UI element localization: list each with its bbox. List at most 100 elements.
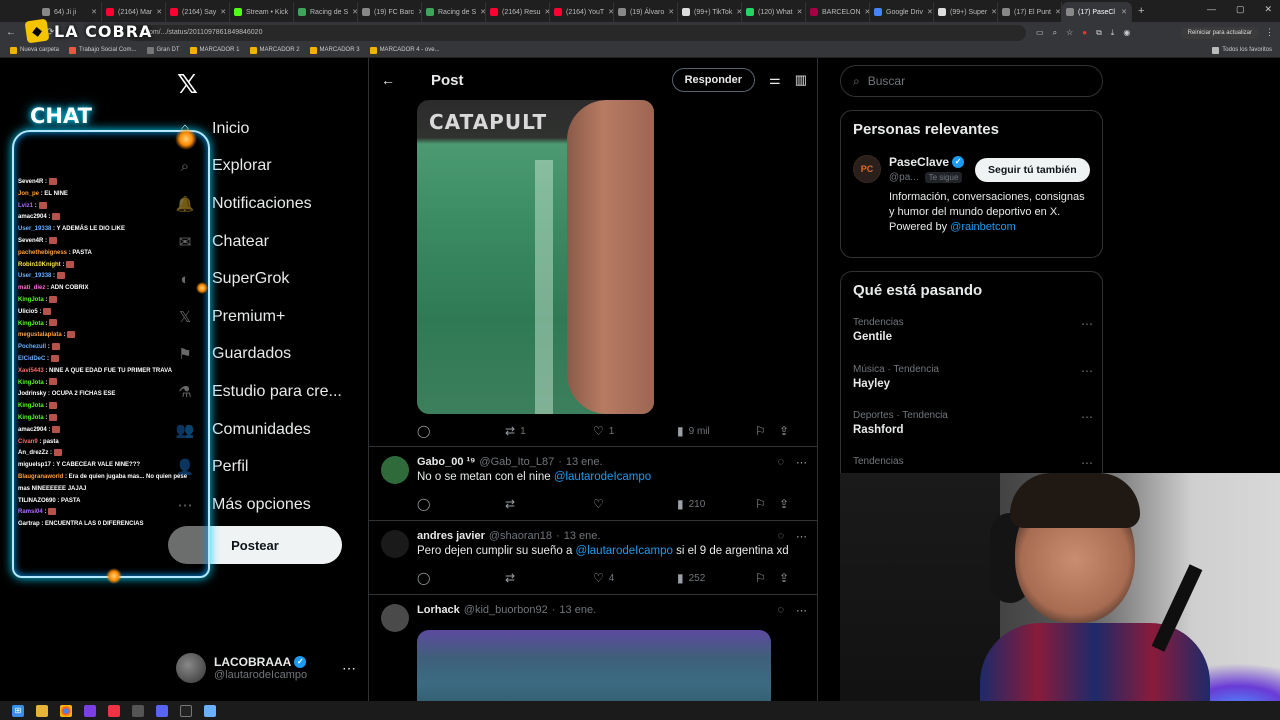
reply-handle[interactable]: @shaoran18 (489, 530, 552, 542)
bio-mention-link[interactable]: @rainbetcom (950, 221, 1016, 233)
browser-tab[interactable]: (2164) YouT ✕ (550, 2, 614, 22)
tab-close-icon[interactable]: ✕ (220, 8, 226, 16)
browser-tab[interactable]: Google Driv ✕ (870, 2, 934, 22)
filter-sliders-icon[interactable]: ⚌ (769, 72, 781, 88)
app-icon[interactable] (204, 704, 216, 717)
windows-start-icon[interactable]: ⊞ (12, 704, 24, 717)
bookmark-item[interactable]: MARCADOR 2 (249, 46, 300, 54)
app-icon[interactable] (84, 704, 96, 717)
views-action[interactable]: ▮ 9 mil (677, 424, 755, 438)
update-button[interactable]: Reiniciar para actualizar (1180, 26, 1259, 39)
reply-date[interactable]: 13 ene. (559, 604, 596, 616)
browser-tab[interactable]: Stream • Kick✕ (230, 2, 294, 22)
chrome-icon[interactable] (60, 704, 72, 717)
all-bookmarks-button[interactable]: Todos los favoritos (1212, 46, 1272, 54)
reply-author[interactable]: Gabo_00 ¹⁹ (417, 456, 475, 468)
cast-icon[interactable]: ▭ (1036, 28, 1044, 37)
file-explorer-icon[interactable] (36, 704, 48, 717)
browser-tab[interactable]: BARCELON ✕ (806, 2, 870, 22)
more-icon[interactable]: ⋯ (1081, 456, 1093, 470)
grok-icon[interactable]: ◌ (777, 604, 784, 617)
repost-action[interactable]: ⇄ (505, 571, 593, 585)
share-action[interactable]: ⇪ (779, 424, 789, 438)
browser-tab[interactable]: Racing de S ✕ (294, 2, 358, 22)
maximize-icon[interactable]: ▢ (1236, 4, 1245, 15)
tab-close-icon[interactable]: ✕ (1055, 8, 1061, 16)
more-icon[interactable]: ⋯ (1081, 410, 1093, 424)
tab-close-icon[interactable]: ✕ (927, 8, 933, 16)
bookmark-star-icon[interactable]: ☆ (1066, 28, 1073, 37)
bookmark-item[interactable]: MARCADOR 1 (189, 46, 240, 54)
avatar[interactable]: PC (853, 155, 881, 183)
share-action[interactable]: ⇪ (779, 571, 789, 585)
tab-close-icon[interactable]: ✕ (991, 8, 997, 16)
download-icon[interactable]: ⤓ (1111, 28, 1115, 38)
account-switcher[interactable]: LACOBRAAA ✓ @lautarodeIcampo ⋯ (176, 651, 356, 685)
close-window-icon[interactable]: ✕ (1264, 4, 1272, 15)
grok-icon[interactable]: ◌ (777, 456, 784, 469)
discord-icon[interactable] (156, 704, 168, 717)
browser-menu-icon[interactable]: ⋮ (1265, 27, 1274, 38)
bookmark-item[interactable]: Gran DT (146, 46, 180, 54)
bookmark-item[interactable]: Nueva carpeta (10, 46, 59, 54)
browser-tab[interactable]: 64) Ji ji ✕ (38, 2, 102, 22)
url-field[interactable]: x.com/.../status/2011097861849846020 (126, 24, 1026, 41)
share-action[interactable]: ⇪ (779, 497, 789, 511)
more-icon[interactable]: ⋯ (1081, 364, 1093, 378)
more-icon[interactable]: ⋯ (342, 660, 356, 677)
reply-button[interactable]: Responder (671, 68, 756, 92)
extensions-puzzle-icon[interactable]: ⧉ (1096, 28, 1102, 38)
browser-tab[interactable]: (2164) Say ✕ (166, 2, 230, 22)
trend-item[interactable]: Deportes · Tendencia Rashford ⋯ (853, 410, 1093, 436)
trend-item[interactable]: Música · Tendencia Hayley ⋯ (853, 364, 1093, 390)
mention-link[interactable]: @lautarodeIcampo (576, 545, 673, 557)
more-icon[interactable]: ⋯ (796, 456, 807, 469)
more-icon[interactable]: ⋯ (1081, 317, 1093, 331)
browser-tab[interactable]: (2164) Resu ✕ (486, 2, 550, 22)
trend-item[interactable]: Tendencias ⋯ (853, 456, 1093, 470)
browser-tab[interactable]: Racing de S ✕ (422, 2, 486, 22)
app-icon[interactable] (132, 704, 144, 717)
grok-icon[interactable]: ◌ (777, 530, 784, 543)
search-input[interactable]: ⌕ Buscar (840, 65, 1103, 97)
bookmark-action[interactable]: ⚐ (755, 571, 779, 585)
relevant-name-row[interactable]: PaseClave ✓ (889, 155, 965, 169)
reply-handle[interactable]: @Gab_Ito_L87 (479, 456, 554, 468)
reply-action[interactable]: ◯ (417, 424, 505, 438)
tab-close-icon[interactable]: ✕ (91, 8, 97, 16)
avatar[interactable] (381, 456, 409, 484)
views-action[interactable]: ▮ 252 (677, 571, 755, 585)
reply-author[interactable]: Lorhack (417, 604, 460, 616)
browser-tab[interactable]: (2164) Mar ✕ (102, 2, 166, 22)
bookmark-action[interactable]: ⚐ (755, 424, 779, 438)
bookmark-action[interactable]: ⚐ (755, 497, 779, 511)
bookmark-item[interactable]: MARCADOR 4 - ove... (369, 46, 440, 54)
app-icon[interactable] (108, 704, 120, 717)
avatar[interactable] (381, 530, 409, 558)
like-action[interactable]: ♡ 4 (593, 571, 677, 585)
tab-close-icon[interactable]: ✕ (156, 8, 162, 16)
reply-date[interactable]: 13 ene. (566, 456, 603, 468)
browser-tab[interactable]: (19) FC Barc✕ (358, 2, 422, 22)
views-action[interactable]: ▮ 210 (677, 497, 755, 511)
extension-icon[interactable]: ● (1082, 28, 1087, 37)
reader-view-icon[interactable]: ▥ (795, 72, 807, 88)
reply-post[interactable]: Gabo_00 ¹⁹ @Gab_Ito_L87 · 13 ene. ◌ ⋯ No o se … (369, 456, 817, 526)
tab-close-icon[interactable]: ✕ (1121, 8, 1127, 16)
avatar[interactable] (381, 604, 409, 632)
follow-button[interactable]: Seguir tú también (975, 158, 1090, 182)
trend-item[interactable]: Tendencias Gentile ⋯ (853, 317, 1093, 343)
more-icon[interactable]: ⋯ (796, 530, 807, 543)
x-logo-icon[interactable]: 𝕏 (177, 70, 198, 100)
like-action[interactable]: ♡ 1 (593, 424, 677, 438)
more-icon[interactable]: ⋯ (796, 604, 807, 617)
mention-link[interactable]: @lautarodeIcampo (554, 471, 651, 483)
browser-tab[interactable]: (99+) Super ✕ (934, 2, 998, 22)
reply-post[interactable]: andres javier @shaoran18 · 13 ene. ◌ ⋯ Pero de… (369, 530, 817, 600)
profile-icon[interactable]: ◉ (1123, 28, 1130, 37)
reply-action[interactable]: ◯ (417, 571, 505, 585)
repost-action[interactable]: ⇄ 1 (505, 424, 593, 438)
browser-tab[interactable]: (120) What ✕ (742, 2, 806, 22)
new-tab-icon[interactable]: + (1132, 5, 1150, 17)
bookmark-item[interactable]: Trabajo Social Com... (69, 46, 137, 54)
